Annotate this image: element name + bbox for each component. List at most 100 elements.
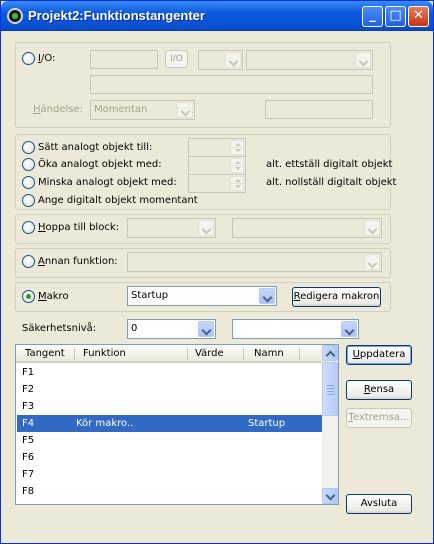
goto-block-label: Hoppa till block: <box>38 222 119 233</box>
chevron-down-icon <box>341 321 357 337</box>
update-button[interactable]: Uppdatera <box>346 345 412 365</box>
key-cell: F5 <box>22 435 35 446</box>
maximize-icon: □ <box>389 8 402 23</box>
io-object-dropdown[interactable] <box>246 50 373 70</box>
close-window-button[interactable]: ✕ <box>408 6 429 27</box>
grip-line <box>327 388 334 389</box>
table-row[interactable]: F7 <box>17 466 323 483</box>
key-cell: F6 <box>22 452 35 463</box>
set-analog-radio[interactable] <box>22 141 35 154</box>
other-function-dropdown[interactable] <box>127 252 382 272</box>
momentary-digital-radio[interactable] <box>22 194 35 207</box>
key-cell: F8 <box>22 486 35 497</box>
event-dropdown[interactable]: Momentan <box>90 100 195 120</box>
function-keys-window: Projekt2:Funktionstangenter _ □ ✕ I/O: I… <box>0 0 434 544</box>
dec-analog-label: Minska analogt objekt med: <box>38 177 177 188</box>
security-secondary-dropdown[interactable] <box>232 319 359 339</box>
grip-line <box>327 391 334 392</box>
chevron-down-icon <box>198 220 214 236</box>
column-divider[interactable] <box>299 348 300 360</box>
table-row[interactable]: F6 <box>17 449 323 466</box>
column-divider[interactable] <box>243 348 244 360</box>
io-label: I/O: <box>38 53 56 64</box>
function-cell: Kör makro.. <box>76 418 134 429</box>
table-row-selected[interactable]: F4 Kör makro.. Startup <box>17 415 323 432</box>
table-row[interactable]: F2 <box>17 381 323 398</box>
io-radio[interactable] <box>22 52 35 65</box>
arrow-down-icon[interactable] <box>230 165 244 173</box>
dec-analog-radio[interactable] <box>22 176 35 189</box>
scroll-up-icon[interactable] <box>322 345 338 361</box>
other-function-radio[interactable] <box>22 255 35 268</box>
goto-block-name-dropdown[interactable] <box>232 218 382 238</box>
key-cell: F4 <box>22 418 35 429</box>
io-type-dropdown[interactable] <box>198 50 243 70</box>
io-description-field[interactable] <box>90 75 373 94</box>
title-bar[interactable]: Projekt2:Funktionstangenter _ □ ✕ <box>1 1 433 31</box>
event-value-field[interactable] <box>265 100 373 119</box>
function-key-list[interactable]: Tangent Funktion Värde Namn F1 F2 F3 F4 … <box>15 344 339 505</box>
set-analog-label: Sätt analogt objekt till: <box>38 142 153 153</box>
macro-radio[interactable] <box>22 290 35 303</box>
column-header-function[interactable]: Funktion <box>83 348 126 359</box>
alt-reset-label: alt. nollställ digitalt objekt <box>266 177 397 188</box>
goto-block-dropdown[interactable] <box>127 218 216 238</box>
security-level-dropdown[interactable]: 0 <box>127 319 216 339</box>
minimize-button[interactable]: _ <box>362 6 383 27</box>
text-strip-button[interactable]: Textremsa... <box>346 408 412 428</box>
column-header-value[interactable]: Värde <box>195 348 224 359</box>
arrow-down-icon[interactable] <box>230 183 244 191</box>
io-address-field[interactable] <box>90 50 158 69</box>
security-level-value: 0 <box>131 323 138 334</box>
close-icon: ✕ <box>413 8 424 23</box>
table-row[interactable]: F3 <box>17 398 323 415</box>
set-value-stepper[interactable] <box>188 138 246 157</box>
clear-button[interactable]: Rensa <box>346 380 412 400</box>
name-cell: Startup <box>248 418 286 429</box>
table-row[interactable]: F5 <box>17 432 323 449</box>
momentary-digital-label: Ange digitalt objekt momentant <box>38 195 198 206</box>
grip-line <box>327 394 334 395</box>
inc-analog-label: Öka analogt objekt med: <box>38 159 162 170</box>
macro-dropdown[interactable]: Startup <box>127 286 277 306</box>
column-header-key[interactable]: Tangent <box>25 348 65 359</box>
io-browse-button[interactable]: I/O <box>165 50 188 68</box>
list-scrollbar[interactable] <box>322 345 338 504</box>
list-header: Tangent Funktion Värde Namn <box>16 345 323 363</box>
table-row[interactable]: F8 <box>17 483 323 500</box>
chevron-down-icon <box>364 254 380 270</box>
scroll-down-icon[interactable] <box>322 488 338 504</box>
chevron-down-icon <box>177 102 193 118</box>
inc-analog-radio[interactable] <box>22 158 35 171</box>
alt-set-label: alt. ettställ digitalt objekt <box>266 159 393 170</box>
chevron-down-icon <box>364 220 380 236</box>
chevron-down-icon <box>225 52 241 68</box>
column-header-name[interactable]: Namn <box>254 348 284 359</box>
column-divider[interactable] <box>74 348 75 360</box>
app-icon <box>7 8 23 24</box>
chevron-down-icon <box>259 288 275 304</box>
security-level-label: Säkerhetsnivå: <box>22 323 97 334</box>
macro-label: Makro <box>38 291 69 302</box>
maximize-button[interactable]: □ <box>385 6 406 27</box>
close-button[interactable]: Avsluta <box>346 494 412 514</box>
scroll-thumb[interactable] <box>322 362 338 416</box>
key-cell: F3 <box>22 401 35 412</box>
goto-block-radio[interactable] <box>22 221 35 234</box>
key-cell: F2 <box>22 384 35 395</box>
macro-value: Startup <box>131 290 169 301</box>
event-label: Händelse: <box>33 104 84 115</box>
chevron-down-icon <box>355 52 371 68</box>
other-function-label: Annan funktion: <box>38 256 118 267</box>
table-row[interactable]: F1 <box>17 364 323 381</box>
chevron-down-icon <box>198 321 214 337</box>
inc-value-stepper[interactable] <box>188 156 246 175</box>
window-title: Projekt2:Funktionstangenter <box>28 8 205 23</box>
dec-value-stepper[interactable] <box>188 174 246 193</box>
event-value: Momentan <box>94 104 148 115</box>
key-cell: F1 <box>22 367 35 378</box>
key-cell: F7 <box>22 469 35 480</box>
edit-macros-button[interactable]: Redigera makron <box>292 287 381 307</box>
arrow-down-icon[interactable] <box>230 147 244 155</box>
column-divider[interactable] <box>187 348 188 360</box>
